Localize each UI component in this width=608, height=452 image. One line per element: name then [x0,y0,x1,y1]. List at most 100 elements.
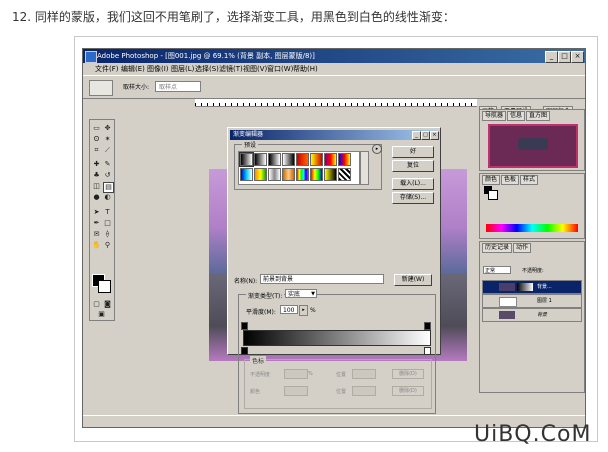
lasso-tool-icon[interactable]: ʘ [92,135,101,144]
crop-tool-icon[interactable]: ⌗ [92,146,101,155]
shape-tool-icon[interactable]: □ [103,219,112,228]
navigator-car-image [518,138,548,150]
presets-menu-arrow-icon[interactable]: ▸ [372,144,382,154]
gradient-preview-bar[interactable] [243,330,431,346]
menu-help[interactable]: 帮助(H) [293,63,318,75]
preset-swatch[interactable] [296,168,309,181]
blend-mode-select[interactable]: 正常 [483,266,511,274]
opacity-stop-left[interactable] [241,322,248,330]
preset-swatch[interactable] [324,153,337,166]
type-tool-icon[interactable]: T [103,208,112,217]
stop-opacity-label: 不透明度 [250,372,271,378]
color-spectrum-bar[interactable] [486,224,578,232]
eyedropper-tool-preset[interactable] [89,80,113,96]
layer-mask-thumbnail[interactable] [517,283,533,291]
tab-history[interactable]: 历史记录 [482,243,513,253]
layer-row[interactable]: 背景... [482,280,582,294]
color-stops-group [244,359,432,409]
background-color-swatch[interactable] [98,280,111,293]
tab-info[interactable]: 信息 [507,111,526,121]
screen-mode-icon[interactable]: ▣ [97,310,106,319]
path-selection-tool-icon[interactable]: ➤ [92,208,101,217]
smoothness-arrow-icon[interactable]: ▸ [299,305,308,316]
history-brush-tool-icon[interactable]: ↺ [103,171,112,180]
eraser-tool-icon[interactable]: ◫ [92,182,101,191]
presets-scrollbar[interactable] [360,151,369,185]
navigator-thumbnail[interactable] [488,124,578,168]
brush-tool-icon[interactable]: ✎ [103,160,112,169]
gradient-type-select[interactable]: 实底 ▼ [285,289,317,298]
layer-thumbnail [499,283,515,291]
preset-swatch[interactable] [268,153,281,166]
marquee-tool-icon[interactable]: ▭ [92,124,101,133]
pen-tool-icon[interactable]: ✒ [92,219,101,228]
healing-brush-tool-icon[interactable]: ✚ [92,160,101,169]
maximize-button[interactable]: □ [558,51,571,63]
minimize-button[interactable]: _ [545,51,558,63]
dialog-close-button[interactable]: × [430,131,439,140]
load-button[interactable]: 载入(L)... [392,178,434,190]
tab-actions[interactable]: 动作 [513,243,532,253]
dodge-tool-icon[interactable]: ◐ [103,193,112,202]
preset-swatch[interactable] [239,152,254,167]
menu-select[interactable]: 选择(S) [195,63,219,75]
menu-filter[interactable]: 滤镜(T) [219,63,243,75]
gradient-name-field[interactable]: 前景到背景 [260,274,384,284]
move-tool-icon[interactable]: ✥ [103,124,112,133]
preset-swatch[interactable] [324,168,337,181]
opacity-stop-right[interactable] [424,322,431,330]
tab-histogram[interactable]: 直方图 [526,111,551,121]
blur-tool-icon[interactable]: ● [92,193,101,202]
preset-swatch[interactable] [296,153,309,166]
gradient-tool-icon[interactable]: ▤ [103,182,114,193]
eyedropper-tool-icon[interactable]: ⟠ [103,230,112,239]
hand-tool-icon[interactable]: ✋ [92,241,101,250]
menu-view[interactable]: 视图(V) [243,63,267,75]
layer-row[interactable]: 背景 [482,308,582,322]
tab-styles[interactable]: 样式 [520,175,539,185]
dialog-maximize-button[interactable]: □ [421,131,430,140]
panel-background-swatch[interactable] [488,190,498,200]
preset-swatch[interactable] [254,168,267,181]
preset-swatch[interactable] [338,168,351,181]
zoom-tool-icon[interactable]: ⚲ [103,241,112,250]
color-stop-black[interactable] [241,347,248,355]
layer-row[interactable]: 图层 1 [482,294,582,308]
menu-edit[interactable]: 编辑(E) [121,63,145,75]
menu-image[interactable]: 图像(I) [147,63,169,75]
color-stop-white[interactable] [424,347,431,355]
preset-swatch[interactable] [254,153,267,166]
close-button[interactable]: × [571,51,584,63]
quick-mask-icon[interactable]: ◙ [103,300,112,309]
menu-layer[interactable]: 图层(L) [171,63,194,75]
color-tabs: 颜色 色板 样式 [482,175,539,185]
navigator-tabs: 导航器 信息 直方图 [482,111,551,121]
tab-swatches[interactable]: 色板 [501,175,520,185]
tab-color[interactable]: 颜色 [482,175,501,185]
smoothness-unit: % [310,307,316,314]
reset-button[interactable]: 复位 [392,160,434,172]
preset-swatch[interactable] [310,168,323,181]
notes-tool-icon[interactable]: ✉ [92,230,101,239]
preset-swatch[interactable] [268,168,281,181]
slice-tool-icon[interactable]: ⟋ [103,146,112,155]
tab-navigator[interactable]: 导航器 [482,111,507,121]
dialog-minimize-button[interactable]: _ [412,131,421,140]
new-button[interactable]: 新建(W) [394,274,432,286]
chevron-down-icon: ▼ [311,291,315,297]
smoothness-field[interactable]: 100 [280,305,298,314]
save-button[interactable]: 存储(S)... [392,192,434,204]
preset-swatch[interactable] [338,153,351,166]
ok-button[interactable]: 好 [392,146,434,158]
layer-name: 背景 [537,312,548,318]
clone-stamp-tool-icon[interactable]: ♣ [92,171,101,180]
menu-file[interactable]: 文件(F) [95,63,119,75]
preset-swatch[interactable] [282,153,295,166]
preset-swatch[interactable] [282,168,295,181]
magic-wand-tool-icon[interactable]: ✶ [103,135,112,144]
preset-swatch[interactable] [310,153,323,166]
sample-size-select[interactable]: 取样点 [155,81,201,92]
menu-window[interactable]: 窗口(W) [267,63,293,75]
standard-mode-icon[interactable]: ▢ [92,300,101,309]
preset-swatch[interactable] [240,168,253,181]
